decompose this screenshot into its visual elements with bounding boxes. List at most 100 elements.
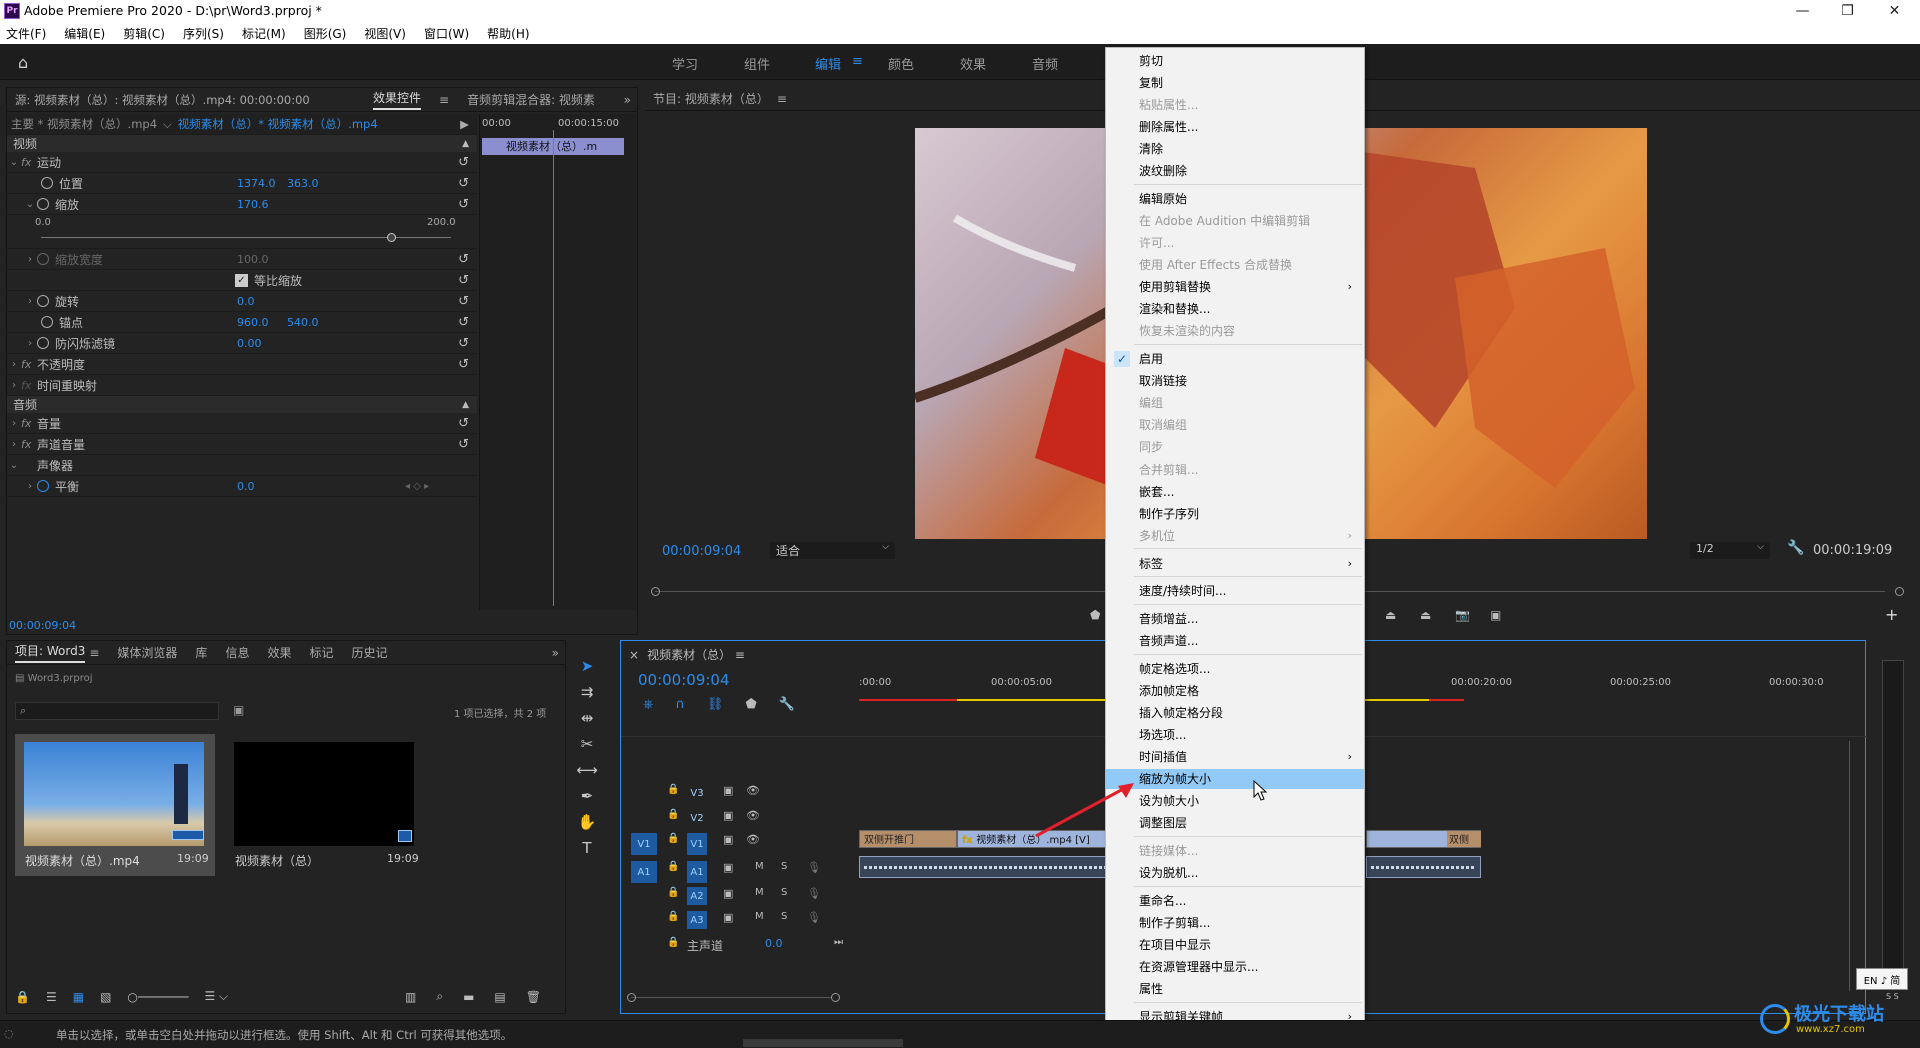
- transition-clip[interactable]: 双侧开推门: [859, 830, 957, 848]
- tab-effects[interactable]: 效果: [267, 644, 291, 661]
- context-menu-item[interactable]: 属性: [1106, 979, 1364, 999]
- track-a1-label[interactable]: A1: [687, 861, 707, 883]
- track-lock-icon[interactable]: 🔒: [667, 809, 679, 820]
- audio-clip-a1-continued[interactable]: [1366, 856, 1481, 878]
- lift-icon[interactable]: ⏏: [1385, 608, 1396, 622]
- nest-icon[interactable]: ⎈: [643, 697, 653, 712]
- microphone-icon[interactable]: 🎙: [807, 861, 821, 874]
- microphone-icon[interactable]: 🎙: [807, 911, 821, 924]
- context-menu-item[interactable]: 标签 ›: [1106, 553, 1364, 573]
- workspace-color[interactable]: 颜色: [888, 54, 914, 73]
- context-menu-item[interactable]: 剪切: [1106, 50, 1364, 70]
- context-menu-item[interactable]: 音频声道...: [1106, 631, 1364, 651]
- video-clip-v1-continued[interactable]: 双侧: [1366, 830, 1481, 848]
- linked-selection-icon[interactable]: ⛓: [707, 697, 724, 712]
- context-menu-item[interactable]: 删除属性...: [1106, 116, 1364, 136]
- disclosure-icon[interactable]: ›: [7, 418, 21, 429]
- context-menu-item[interactable]: 设为脱机...: [1106, 863, 1364, 883]
- restore-button[interactable]: ❐: [1825, 0, 1870, 22]
- panner-row[interactable]: ⌄ 声像器: [7, 455, 477, 476]
- panel-menu-icon[interactable]: ≡: [735, 648, 745, 662]
- disclosure-icon[interactable]: ›: [23, 481, 37, 492]
- reset-icon[interactable]: ↺: [458, 252, 469, 267]
- mini-playhead[interactable]: [553, 130, 554, 606]
- tab-media-browser[interactable]: 媒体浏览器: [117, 644, 177, 661]
- status-scrollbar[interactable]: [743, 1039, 903, 1047]
- snap-magnet-icon[interactable]: ∩: [675, 697, 685, 712]
- menu-graphics[interactable]: 图形(G): [304, 25, 347, 42]
- scrollbar-handle-left[interactable]: [627, 993, 636, 1002]
- track-lock-icon[interactable]: 🔒: [667, 861, 679, 872]
- sync-lock-icon[interactable]: ▣: [723, 809, 733, 822]
- context-menu-item[interactable]: 重命名...: [1106, 890, 1364, 910]
- reset-icon[interactable]: ↺: [458, 273, 469, 288]
- reset-icon[interactable]: ↺: [458, 357, 469, 372]
- expand-chevron-icon[interactable]: »: [552, 646, 559, 660]
- microphone-icon[interactable]: 🎙: [807, 887, 821, 900]
- pen-tool-icon[interactable]: ✒: [576, 785, 598, 807]
- context-menu-item[interactable]: 插入帧定格分段: [1106, 702, 1364, 722]
- track-select-tool-icon[interactable]: ⇉: [576, 681, 598, 703]
- stopwatch-icon[interactable]: [41, 177, 53, 189]
- reset-icon[interactable]: ↺: [458, 336, 469, 351]
- context-menu-item[interactable]: 制作子序列: [1106, 503, 1364, 523]
- compare-icon[interactable]: ▣: [1490, 608, 1501, 622]
- close-button[interactable]: ✕: [1872, 0, 1917, 22]
- context-menu-item[interactable]: 嵌套...: [1106, 481, 1364, 501]
- project-item-selected[interactable]: 视频素材（总）.mp4 19:09: [15, 734, 215, 876]
- context-menu-item[interactable]: 帧定格选项...: [1106, 658, 1364, 678]
- eye-icon[interactable]: 👁: [746, 833, 760, 846]
- workspace-audio[interactable]: 音频: [1032, 54, 1058, 73]
- menu-clip[interactable]: 剪辑(C): [123, 25, 165, 42]
- add-marker-icon[interactable]: ⬟: [745, 697, 756, 712]
- track-a3-label[interactable]: A3: [687, 911, 707, 929]
- reset-icon[interactable]: ↺: [458, 294, 469, 309]
- disclosure-icon[interactable]: ⌄: [7, 157, 21, 168]
- mute-button[interactable]: M: [755, 911, 764, 922]
- context-menu-item[interactable]: 时间插值 ›: [1106, 747, 1364, 767]
- sync-lock-icon[interactable]: ▣: [723, 833, 733, 846]
- context-menu-item[interactable]: 在资源管理器中显示...: [1106, 957, 1364, 977]
- transition-clip-right[interactable]: 双侧: [1447, 831, 1481, 847]
- mute-button[interactable]: M: [755, 861, 764, 872]
- track-lock-icon[interactable]: 🔒: [667, 833, 679, 844]
- stopwatch-icon[interactable]: [41, 316, 53, 328]
- camera-icon[interactable]: 📷: [1455, 608, 1470, 622]
- menu-sequence[interactable]: 序列(S): [183, 25, 224, 42]
- timeline-vertical-scrollbar[interactable]: [1849, 741, 1850, 991]
- balance-value[interactable]: 0.0: [237, 480, 255, 493]
- timeline-zoom-scrollbar[interactable]: [631, 997, 831, 998]
- fx-icon[interactable]: fx: [21, 438, 37, 451]
- track-a2-label[interactable]: A2: [687, 887, 707, 905]
- context-menu-item[interactable]: 使用剪辑替换 ›: [1106, 277, 1364, 297]
- reset-icon[interactable]: ↺: [458, 155, 469, 170]
- menu-help[interactable]: 帮助(H): [487, 25, 529, 42]
- context-menu-item[interactable]: 渲染和替换...: [1106, 299, 1364, 319]
- expand-chevron-icon[interactable]: »: [624, 93, 631, 107]
- go-to-end-icon[interactable]: ⏭: [834, 937, 843, 948]
- reset-icon[interactable]: ↺: [458, 176, 469, 191]
- collapse-up-icon[interactable]: ▲: [462, 139, 469, 149]
- scrubber-start-handle[interactable]: [651, 587, 660, 596]
- workspace-assembly[interactable]: 组件: [744, 54, 770, 73]
- menu-window[interactable]: 窗口(W): [424, 25, 469, 42]
- scale-value[interactable]: 170.6: [237, 198, 269, 211]
- panel-menu-icon[interactable]: ≡: [777, 92, 787, 106]
- track-lock-icon[interactable]: 🔒: [667, 887, 679, 898]
- track-lock-icon[interactable]: 🔒: [667, 784, 679, 795]
- collapse-up-icon[interactable]: ▲: [462, 400, 469, 410]
- reset-icon[interactable]: ↺: [458, 197, 469, 212]
- list-view-icon[interactable]: ☰: [46, 990, 57, 1004]
- razor-tool-icon[interactable]: ✂: [576, 733, 598, 755]
- tab-audio-clip-mixer[interactable]: 音频剪辑混合器: 视频素: [467, 91, 595, 108]
- disclosure-icon[interactable]: ›: [23, 338, 37, 349]
- track-lock-icon[interactable]: 🔒: [667, 937, 679, 948]
- disclosure-icon[interactable]: ›: [7, 439, 21, 450]
- sync-lock-icon[interactable]: ▣: [723, 784, 733, 797]
- uniform-scale-checkbox[interactable]: ✓: [235, 273, 248, 287]
- workspace-menu-icon[interactable]: ≡: [852, 54, 863, 69]
- fx-icon[interactable]: fx: [21, 358, 37, 371]
- anchor-x-value[interactable]: 960.0: [237, 316, 269, 329]
- lock-icon[interactable]: 🔒: [15, 990, 30, 1004]
- menu-edit[interactable]: 编辑(E): [64, 25, 105, 42]
